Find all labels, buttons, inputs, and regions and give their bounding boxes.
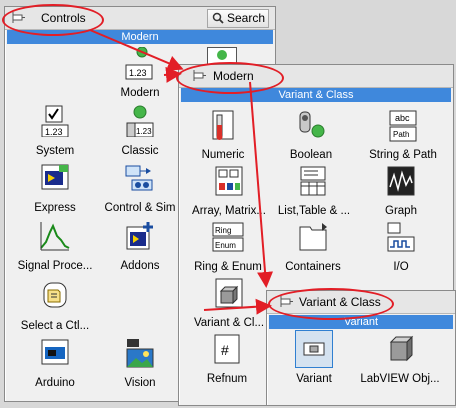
arrow-variant-item-to-palette bbox=[203, 298, 272, 315]
controls-title-highlight bbox=[2, 4, 104, 36]
arrow-modern-to-variant-class bbox=[249, 81, 274, 288]
arrow-controls-to-modern bbox=[89, 29, 184, 71]
variant-class-title-highlight bbox=[268, 288, 394, 320]
modern-title-highlight bbox=[176, 62, 284, 94]
